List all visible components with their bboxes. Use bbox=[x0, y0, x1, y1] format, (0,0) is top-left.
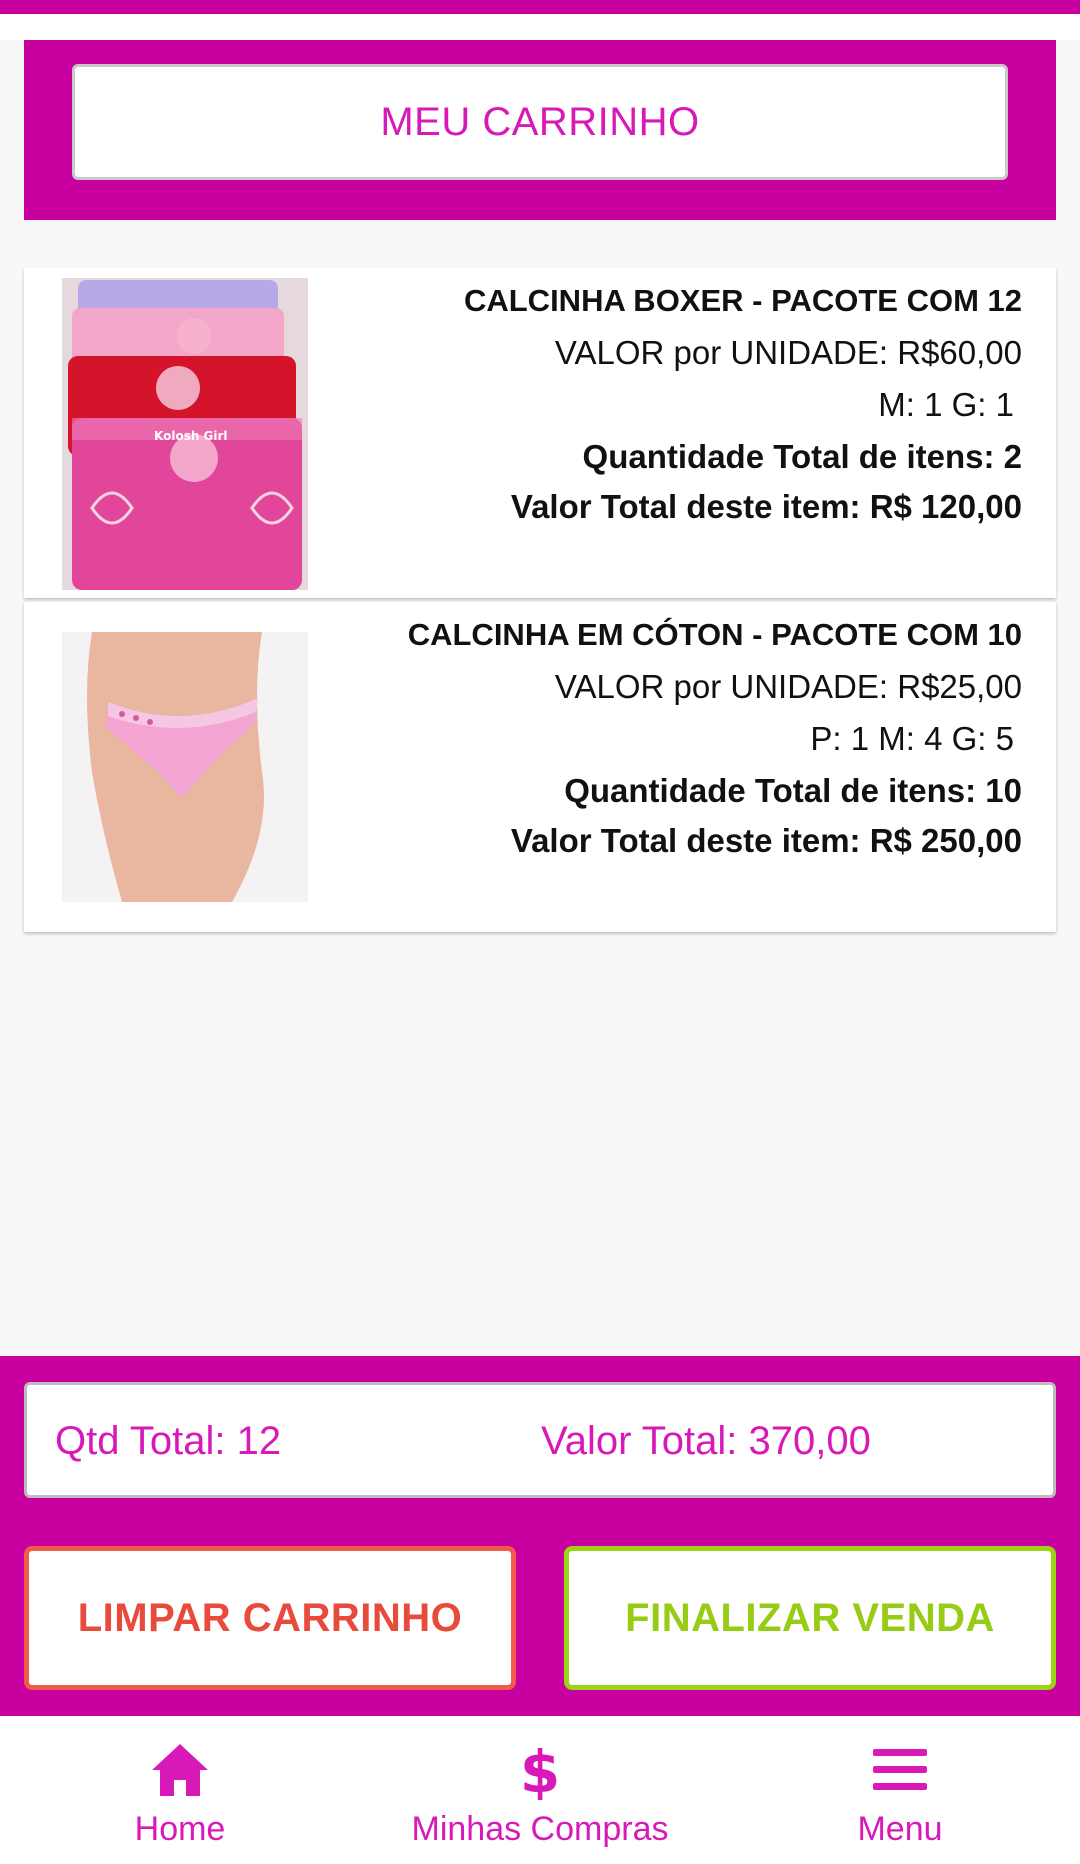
clear-cart-button[interactable]: LIMPAR CARRINHO bbox=[24, 1546, 516, 1690]
item-total: Valor Total deste item: R$ 250,00 bbox=[510, 822, 1022, 859]
nav-menu[interactable]: Menu bbox=[720, 1716, 1080, 1864]
status-bar-remnant bbox=[0, 0, 1080, 14]
nav-home-label: Home bbox=[134, 1810, 226, 1848]
svg-text:$: $ bbox=[520, 1740, 560, 1800]
item-info: CALCINHA EM CÓTON - PACOTE COM 10 VALOR … bbox=[302, 616, 1022, 872]
boxer-pack-illustration: Kolosh Girl bbox=[62, 278, 308, 590]
dollar-icon: $ bbox=[360, 1738, 720, 1802]
item-unit-price: VALOR por UNIDADE: R$60,00 bbox=[554, 334, 1022, 371]
home-icon bbox=[0, 1738, 360, 1802]
product-image-cotton bbox=[62, 632, 308, 902]
item-title: CALCINHA EM CÓTON - PACOTE COM 10 bbox=[407, 617, 1022, 652]
nav-home[interactable]: Home bbox=[0, 1716, 360, 1864]
item-quantity: Quantidade Total de itens: 2 bbox=[582, 438, 1022, 475]
hamburger-menu-icon bbox=[720, 1738, 1080, 1802]
finish-sale-button[interactable]: FINALIZAR VENDA bbox=[564, 1546, 1056, 1690]
quantity-total: Qtd Total: 12 bbox=[55, 1419, 282, 1463]
product-image-boxer: Kolosh Girl bbox=[62, 278, 308, 590]
item-sizes: P: 1 M: 4 G: 5 bbox=[810, 720, 1014, 757]
nav-purchases-label: Minhas Compras bbox=[411, 1810, 669, 1848]
value-total: Valor Total: 370,00 bbox=[541, 1419, 871, 1463]
cotton-panty-illustration bbox=[62, 632, 308, 902]
brand-label: Kolosh Girl bbox=[154, 429, 228, 443]
nav-menu-label: Menu bbox=[857, 1810, 943, 1848]
item-info: CALCINHA BOXER - PACOTE COM 12 VALOR por… bbox=[302, 282, 1022, 538]
cart-title-button[interactable]: MEU CARRINHO bbox=[72, 64, 1008, 180]
cart-screen: MEU CARRINHO Kolosh Girl CALCINHA BOXER … bbox=[0, 0, 1080, 1864]
summary-band: Qtd Total: 12 Valor Total: 370,00 LIMPAR… bbox=[0, 1356, 1080, 1716]
cart-item[interactable]: CALCINHA EM CÓTON - PACOTE COM 10 VALOR … bbox=[24, 602, 1056, 932]
cart-item[interactable]: Kolosh Girl CALCINHA BOXER - PACOTE COM … bbox=[24, 268, 1056, 598]
item-unit-price: VALOR por UNIDADE: R$25,00 bbox=[554, 668, 1022, 705]
bottom-navigation: Home $ Minhas Compras Menu bbox=[0, 1716, 1080, 1864]
item-quantity: Quantidade Total de itens: 10 bbox=[564, 772, 1022, 809]
totals-box: Qtd Total: 12 Valor Total: 370,00 bbox=[24, 1382, 1056, 1498]
nav-my-purchases[interactable]: $ Minhas Compras bbox=[360, 1716, 720, 1864]
header-band: MEU CARRINHO bbox=[24, 40, 1056, 220]
item-title: CALCINHA BOXER - PACOTE COM 12 bbox=[463, 283, 1022, 318]
item-total: Valor Total deste item: R$ 120,00 bbox=[510, 488, 1022, 525]
top-spacer bbox=[0, 14, 1080, 40]
item-sizes: M: 1 G: 1 bbox=[878, 386, 1014, 423]
